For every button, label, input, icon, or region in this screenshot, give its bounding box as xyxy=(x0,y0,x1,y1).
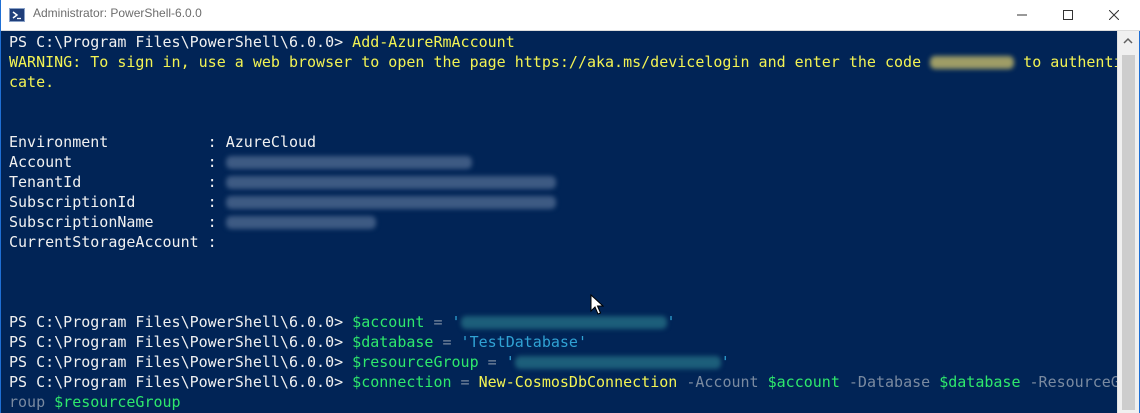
redacted-value xyxy=(225,176,556,189)
mouse-cursor-icon xyxy=(590,294,604,315)
variable: $database xyxy=(939,373,1021,391)
property-line: Account : xyxy=(9,152,472,172)
console-line: PS C:\Program Files\PowerShell\6.0.0> $c… xyxy=(9,372,1117,392)
prompt: PS C:\Program Files\PowerShell\6.0.0> xyxy=(9,333,353,351)
vertical-scrollbar[interactable] xyxy=(1117,31,1139,413)
property-key: SubscriptionId : xyxy=(9,193,226,211)
console-line-wrap: roup $resourceGroup xyxy=(9,392,181,412)
prompt: PS C:\Program Files\PowerShell\6.0.0> xyxy=(9,33,353,51)
property-key: TenantId : xyxy=(9,173,226,191)
powershell-app-icon xyxy=(9,8,25,22)
string-quote: ' xyxy=(666,313,676,331)
redacted-value xyxy=(225,216,376,229)
cmdlet: Add-AzureRmAccount xyxy=(352,33,515,51)
warning-text: cate. xyxy=(9,73,55,91)
property-key: SubscriptionName : xyxy=(9,213,226,231)
property-value: AzureCloud xyxy=(225,133,317,151)
string-quote: ' xyxy=(720,353,730,371)
close-icon xyxy=(1109,10,1119,20)
variable: $connection xyxy=(352,373,452,391)
redacted-value xyxy=(225,196,556,209)
title-bar[interactable]: Administrator: PowerShell-6.0.0 xyxy=(1,0,1140,31)
variable: $account xyxy=(352,313,425,331)
parameter: -ResourceG xyxy=(1020,373,1118,391)
property-line: TenantId : xyxy=(9,172,556,192)
minimize-icon xyxy=(1017,14,1027,16)
parameter: -Account xyxy=(677,373,768,391)
property-line: Environment : AzureCloud xyxy=(9,132,316,152)
minimize-button[interactable] xyxy=(999,0,1045,30)
scroll-up-arrow-icon[interactable] xyxy=(1123,37,1133,45)
console-output[interactable]: PS C:\Program Files\PowerShell\6.0.0> Ad… xyxy=(5,31,1117,413)
string: 'TestDatabase' xyxy=(460,333,587,351)
console-line: PS C:\Program Files\PowerShell\6.0.0> Ad… xyxy=(9,32,515,52)
string-quote: ' xyxy=(451,313,461,331)
redacted-value xyxy=(225,156,472,169)
warning-text: WARNING: To sign in, use a web browser t… xyxy=(9,53,931,71)
property-line: SubscriptionName : xyxy=(9,212,376,232)
property-key: Environment : xyxy=(9,133,226,151)
operator: = xyxy=(451,373,479,391)
maximize-button[interactable] xyxy=(1045,0,1091,30)
scrollbar-thumb[interactable] xyxy=(1122,55,1135,410)
parameter: roup xyxy=(9,393,55,411)
property-key: Account : xyxy=(9,153,226,171)
warning-text: to authenti xyxy=(1014,53,1117,71)
parameter: -Database xyxy=(839,373,940,391)
variable: $resourceGroup xyxy=(54,393,181,411)
redacted-string xyxy=(460,316,667,329)
variable: $account xyxy=(767,373,840,391)
warning-line-wrap: cate. xyxy=(9,72,54,92)
prompt: PS C:\Program Files\PowerShell\6.0.0> xyxy=(9,353,353,371)
prompt: PS C:\Program Files\PowerShell\6.0.0> xyxy=(9,373,353,391)
cmdlet: New-CosmosDbConnection xyxy=(478,373,678,391)
console-line: PS C:\Program Files\PowerShell\6.0.0> $d… xyxy=(9,332,587,352)
prompt: PS C:\Program Files\PowerShell\6.0.0> xyxy=(9,313,353,331)
variable: $database xyxy=(352,333,434,351)
redacted-string xyxy=(514,356,721,369)
console-line: PS C:\Program Files\PowerShell\6.0.0> $r… xyxy=(9,352,730,372)
warning-line: WARNING: To sign in, use a web browser t… xyxy=(9,52,1117,72)
operator: = xyxy=(433,333,461,351)
maximize-icon xyxy=(1063,10,1073,20)
console-line: PS C:\Program Files\PowerShell\6.0.0> $a… xyxy=(9,312,676,332)
operator: = xyxy=(478,353,506,371)
property-line: CurrentStorageAccount : xyxy=(9,232,226,252)
variable: $resourceGroup xyxy=(352,353,479,371)
string-quote: ' xyxy=(505,353,515,371)
window-title: Administrator: PowerShell-6.0.0 xyxy=(33,6,202,20)
property-key: CurrentStorageAccount : xyxy=(9,233,226,251)
powershell-window: Administrator: PowerShell-6.0.0 PS C:\Pr… xyxy=(0,0,1140,413)
property-line: SubscriptionId : xyxy=(9,192,556,212)
close-button[interactable] xyxy=(1091,0,1137,30)
operator: = xyxy=(424,313,452,331)
redacted-code xyxy=(930,56,1015,69)
